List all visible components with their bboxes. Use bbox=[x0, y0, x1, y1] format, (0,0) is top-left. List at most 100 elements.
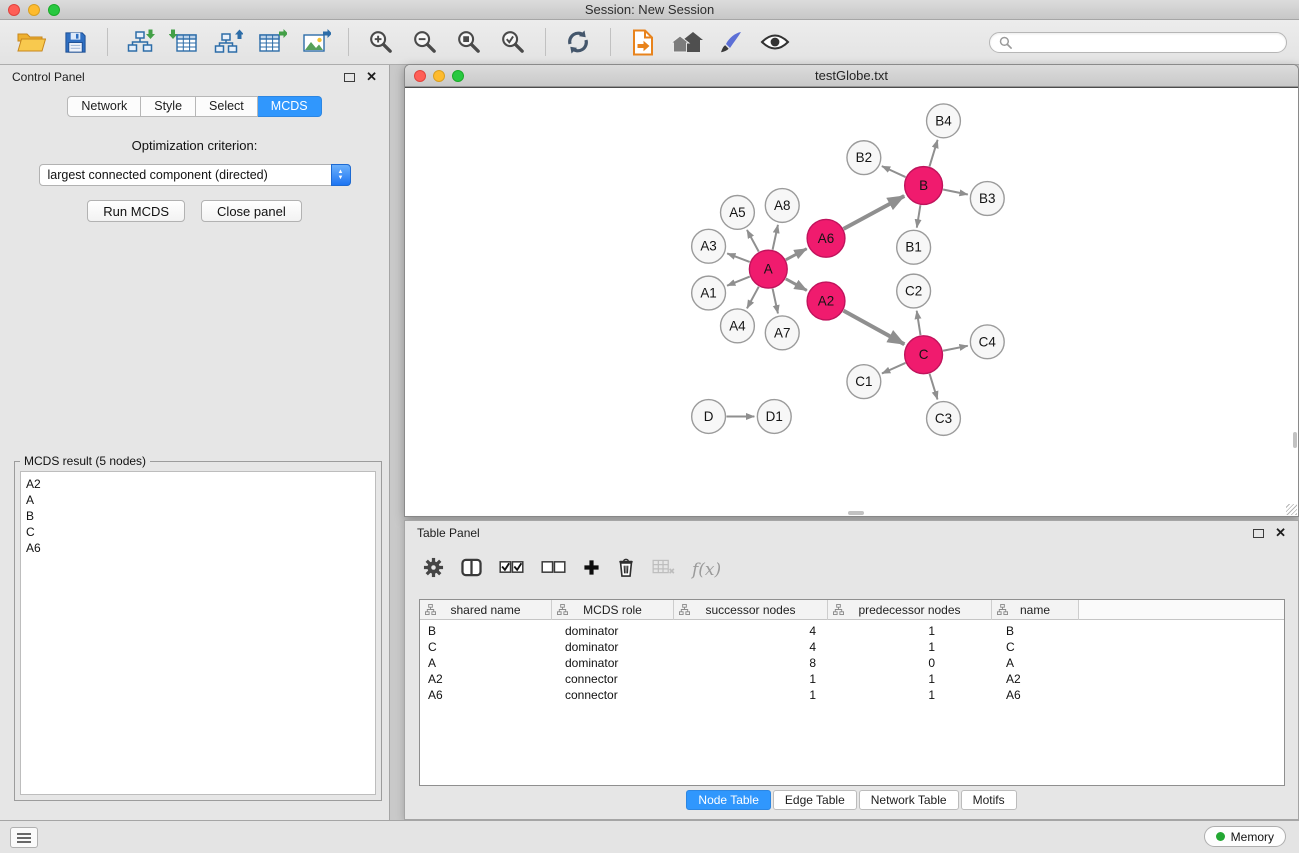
graph-node-A2[interactable]: A2 bbox=[807, 282, 845, 320]
table-row[interactable]: Cdominator41C bbox=[420, 639, 1284, 655]
run-mcds-button[interactable]: Run MCDS bbox=[87, 200, 185, 222]
zoom-out-button[interactable] bbox=[406, 25, 444, 59]
table-cell[interactable]: 0 bbox=[828, 656, 992, 670]
graph-node-C[interactable]: C bbox=[905, 336, 943, 374]
graph-node-B4[interactable]: B4 bbox=[927, 104, 961, 138]
table-cell[interactable]: 1 bbox=[828, 624, 992, 638]
network-vertical-scrollbar[interactable] bbox=[1293, 432, 1297, 448]
graph-node-A4[interactable]: A4 bbox=[721, 309, 755, 343]
graph-edge-A-A2[interactable] bbox=[786, 279, 807, 291]
table-row[interactable]: Bdominator41B bbox=[420, 623, 1284, 639]
column-header-shared-name[interactable]: shared name bbox=[420, 600, 552, 620]
criterion-dropdown[interactable]: largest connected component (directed) ▲… bbox=[39, 164, 351, 186]
select-all-button[interactable] bbox=[499, 559, 524, 580]
table-cell[interactable]: connector bbox=[552, 688, 674, 702]
column-visibility-button[interactable] bbox=[461, 558, 482, 582]
graph-edge-A-A5[interactable] bbox=[747, 230, 759, 252]
table-cell[interactable]: 1 bbox=[674, 688, 828, 702]
zoom-selected-button[interactable] bbox=[494, 25, 532, 59]
graph-edge-A-A6[interactable] bbox=[786, 249, 807, 260]
tab-network[interactable]: Network bbox=[67, 96, 141, 117]
import-network-button[interactable] bbox=[121, 25, 159, 59]
add-column-button[interactable] bbox=[583, 559, 600, 581]
column-header-predecessor-nodes[interactable]: predecessor nodes bbox=[828, 600, 992, 620]
table-cell[interactable]: A6 bbox=[420, 688, 552, 702]
close-panel-icon[interactable]: ✕ bbox=[366, 72, 377, 82]
table-cell[interactable]: 1 bbox=[828, 672, 992, 686]
graph-node-A8[interactable]: A8 bbox=[765, 189, 799, 223]
toggle-graphics-details-button[interactable] bbox=[756, 25, 794, 59]
table-cell[interactable]: A bbox=[992, 656, 1079, 670]
vizmap-button[interactable] bbox=[712, 25, 750, 59]
graph-node-D[interactable]: D bbox=[692, 400, 726, 434]
mcds-result-item[interactable]: C bbox=[26, 524, 370, 540]
export-network-button[interactable] bbox=[209, 25, 247, 59]
function-builder-button[interactable]: f(x) bbox=[692, 560, 721, 580]
graph-node-C1[interactable]: C1 bbox=[847, 365, 881, 399]
graph-edge-A-A4[interactable] bbox=[747, 287, 759, 309]
table-cell[interactable]: dominator bbox=[552, 624, 674, 638]
graph-node-C2[interactable]: C2 bbox=[897, 274, 931, 308]
graph-edge-B-B1[interactable] bbox=[917, 205, 921, 227]
table-cell[interactable]: A2 bbox=[992, 672, 1079, 686]
table-cell[interactable]: C bbox=[420, 640, 552, 654]
graph-edge-C-C3[interactable] bbox=[930, 374, 938, 400]
tab-network-table[interactable]: Network Table bbox=[859, 790, 959, 810]
tab-edge-table[interactable]: Edge Table bbox=[773, 790, 857, 810]
graph-edge-B-B4[interactable] bbox=[929, 140, 937, 167]
graph-edge-C-C1[interactable] bbox=[882, 363, 905, 374]
graph-edge-C-C4[interactable] bbox=[943, 346, 968, 351]
network-window-titlebar[interactable]: testGlobe.txt bbox=[405, 65, 1298, 87]
table-row[interactable]: Adominator80A bbox=[420, 655, 1284, 671]
zoom-window-button[interactable] bbox=[48, 4, 60, 16]
graph-node-C3[interactable]: C3 bbox=[927, 402, 961, 436]
export-image-button[interactable] bbox=[297, 25, 335, 59]
table-cell[interactable]: connector bbox=[552, 672, 674, 686]
graph-node-C4[interactable]: C4 bbox=[970, 325, 1004, 359]
delete-columns-button[interactable] bbox=[617, 557, 635, 583]
table-cell[interactable]: 1 bbox=[828, 688, 992, 702]
close-table-panel-icon[interactable]: ✕ bbox=[1275, 528, 1286, 538]
table-settings-button[interactable] bbox=[423, 557, 444, 583]
table-row[interactable]: A6connector11A6 bbox=[420, 687, 1284, 703]
tab-mcds[interactable]: MCDS bbox=[258, 96, 322, 117]
deselect-all-button[interactable] bbox=[541, 559, 566, 580]
table-cell[interactable]: A bbox=[420, 656, 552, 670]
graph-node-A[interactable]: A bbox=[749, 250, 787, 288]
table-cell[interactable]: 1 bbox=[828, 640, 992, 654]
table-cell[interactable]: A2 bbox=[420, 672, 552, 686]
table-cell[interactable]: 1 bbox=[674, 672, 828, 686]
graph-node-B[interactable]: B bbox=[905, 167, 943, 205]
network-resize-grip[interactable] bbox=[1286, 504, 1297, 515]
export-table-button[interactable] bbox=[253, 25, 291, 59]
graph-node-B2[interactable]: B2 bbox=[847, 141, 881, 175]
graph-node-A3[interactable]: A3 bbox=[692, 229, 726, 263]
graph-edge-A-A3[interactable] bbox=[727, 253, 749, 262]
home-button[interactable] bbox=[668, 25, 706, 59]
table-row[interactable]: A2connector11A2 bbox=[420, 671, 1284, 687]
column-header-successor-nodes[interactable]: successor nodes bbox=[674, 600, 828, 620]
table-cell[interactable]: 4 bbox=[674, 640, 828, 654]
column-header-MCDS-role[interactable]: MCDS role bbox=[552, 600, 674, 620]
column-header-name[interactable]: name bbox=[992, 600, 1079, 620]
graph-node-B1[interactable]: B1 bbox=[897, 230, 931, 264]
table-cell[interactable]: B bbox=[992, 624, 1079, 638]
tab-select[interactable]: Select bbox=[196, 96, 258, 117]
graph-node-A6[interactable]: A6 bbox=[807, 219, 845, 257]
mcds-result-item[interactable]: B bbox=[26, 508, 370, 524]
search-box[interactable] bbox=[989, 32, 1287, 53]
mcds-result-list[interactable]: A2ABCA6 bbox=[20, 471, 376, 795]
table-cell[interactable]: 8 bbox=[674, 656, 828, 670]
graph-edge-B-B2[interactable] bbox=[882, 166, 906, 177]
network-horizontal-scrollbar[interactable] bbox=[848, 511, 864, 515]
table-cell[interactable]: dominator bbox=[552, 656, 674, 670]
float-table-panel-icon[interactable] bbox=[1253, 529, 1264, 538]
graph-node-A7[interactable]: A7 bbox=[765, 316, 799, 350]
network-zoom-button[interactable] bbox=[452, 70, 464, 82]
table-cell[interactable]: dominator bbox=[552, 640, 674, 654]
import-table-button[interactable] bbox=[165, 25, 203, 59]
graph-edge-A-A8[interactable] bbox=[773, 225, 778, 250]
tab-motifs[interactable]: Motifs bbox=[961, 790, 1017, 810]
mcds-result-item[interactable]: A6 bbox=[26, 540, 370, 556]
tab-style[interactable]: Style bbox=[141, 96, 196, 117]
